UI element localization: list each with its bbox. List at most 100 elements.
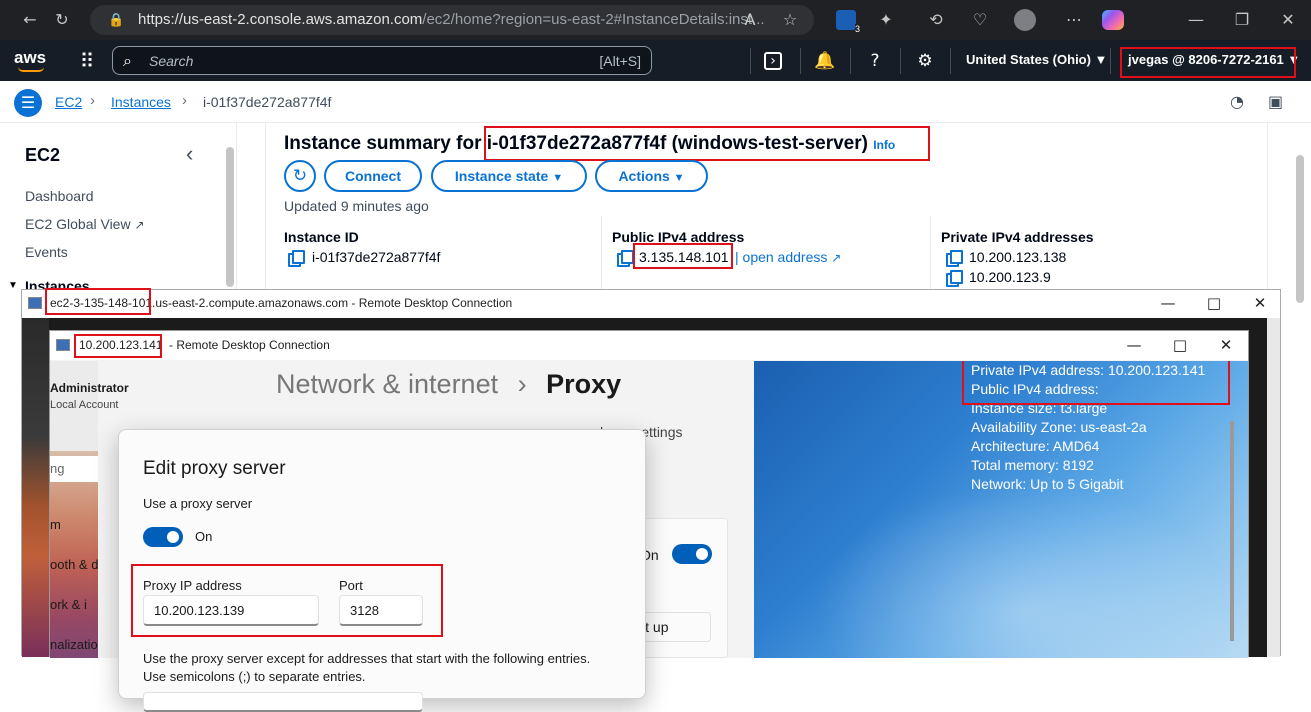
use-proxy-toggle[interactable] <box>143 527 183 547</box>
minimize-icon[interactable]: — <box>1186 10 1206 30</box>
favorite-star-icon[interactable]: ☆ <box>780 10 800 30</box>
rdp-app-icon <box>28 297 42 309</box>
copy-icon[interactable] <box>617 250 634 267</box>
performance-icon[interactable]: ♡ <box>970 10 990 30</box>
inner-scrollbar[interactable] <box>1230 421 1234 641</box>
divider <box>900 48 901 74</box>
auto-detect-toggle[interactable] <box>672 544 712 564</box>
history-icon[interactable]: ⟲ <box>926 10 946 30</box>
cloudshell-icon[interactable]: › <box>764 52 782 70</box>
close-icon[interactable]: ✕ <box>1278 10 1298 30</box>
wallpaper-glow <box>814 481 1234 658</box>
services-grid-icon[interactable]: ⠿ <box>76 50 98 72</box>
restore-icon[interactable]: ❐ <box>1232 10 1252 30</box>
extensions-icon[interactable]: ✦ <box>876 10 896 30</box>
port-label: Port <box>339 578 363 593</box>
settings-search-input[interactable]: ng <box>50 456 98 482</box>
last-updated: Updated 9 minutes ago <box>284 198 429 214</box>
address-bar[interactable]: 🔒 https://us-east-2.console.aws.amazon.c… <box>90 5 814 35</box>
breadcrumb: ☰ EC2 › Instances › i-01f37de272a877f4f … <box>0 81 1311 123</box>
breadcrumb-network[interactable]: Network & internet <box>276 369 498 399</box>
link-label: | open address <box>735 249 828 265</box>
nav-item[interactable]: m <box>50 517 61 532</box>
notifications-panel-icon[interactable]: ◔ <box>1230 92 1244 111</box>
exceptions-input[interactable] <box>143 692 423 712</box>
rdp-window-outer: ec2-3-135-148-101 .us-east-2.compute.ama… <box>21 288 1281 712</box>
maximize-icon[interactable]: □ <box>1194 290 1234 317</box>
copy-icon[interactable] <box>288 250 305 267</box>
refresh-button[interactable]: ↻ <box>284 160 316 192</box>
button-label: Instance state <box>454 168 549 184</box>
search-input[interactable]: ⌕ Search [Alt+S] <box>112 46 652 75</box>
proxy-ip-input[interactable]: 10.200.123.139 <box>143 595 319 626</box>
caret-down-icon[interactable]: ▼ <box>8 280 18 291</box>
open-address-link[interactable]: | open address ↗ <box>735 249 841 265</box>
port-input[interactable]: 3128 <box>339 595 423 626</box>
external-link-icon: ↗ <box>831 251 842 265</box>
collapse-sidebar-icon[interactable]: ‹ <box>186 141 193 167</box>
chevron-right-icon: › <box>182 92 187 109</box>
read-aloud-icon[interactable]: A <box>740 10 760 30</box>
remote-desktop-wallpaper: Private IPv4 address: 10.200.123.141 Pub… <box>754 361 1248 658</box>
refresh-icon[interactable]: ↻ <box>52 10 72 30</box>
breadcrumb-proxy: Proxy <box>546 369 622 399</box>
close-icon[interactable]: ✕ <box>1206 332 1246 359</box>
url-path: /ec2/home?region=us-east-2#InstanceDetai… <box>422 11 765 28</box>
sidebar-item-label: EC2 Global View <box>25 216 131 232</box>
sidebar-scrollbar[interactable] <box>226 147 234 287</box>
rdp-inner-titlebar: 10.200.123.141 - Remote Desktop Connecti… <box>50 331 1248 360</box>
outer-scrollbar[interactable] <box>1267 318 1280 657</box>
nav-item[interactable]: nalizatio <box>50 637 98 652</box>
rdp-app-icon <box>56 339 70 351</box>
region-selector[interactable]: United States (Ohio) ▼ <box>966 52 1107 67</box>
instance-summary: Instance summary for i-01f37de272a877f4f… <box>265 123 1268 298</box>
instance-id-value: i-01f37de272a877f4f <box>312 249 441 265</box>
search-text: ng <box>50 461 65 476</box>
page-scrollbar[interactable] <box>1296 155 1304 303</box>
bginfo-line: Network: Up to 5 Gigabit <box>971 476 1124 492</box>
dialog-title: Edit proxy server <box>143 458 286 479</box>
gear-icon[interactable]: ⚙ <box>914 50 936 72</box>
minimize-icon[interactable]: — <box>1148 290 1188 317</box>
aws-logo[interactable]: aws <box>14 48 46 68</box>
site-info-icon[interactable]: 🔒 <box>108 5 124 35</box>
actions-button[interactable]: Actions ▼ <box>595 160 708 192</box>
screenshot-icon[interactable]: ▣ <box>1268 92 1283 111</box>
menu-toggle-icon[interactable]: ☰ <box>14 89 42 117</box>
bginfo-line: Private IPv4 address: 10.200.123.141 <box>971 362 1206 378</box>
private-ip-value: 10.200.123.138 <box>969 249 1067 265</box>
bell-icon[interactable]: 🔔 <box>814 50 836 72</box>
connect-button[interactable]: Connect <box>324 160 422 192</box>
back-icon[interactable]: ← <box>20 10 40 30</box>
instance-id-label: Instance ID <box>284 229 359 245</box>
copy-icon[interactable] <box>946 270 963 287</box>
user-name: Administrator <box>50 381 129 395</box>
copy-icon[interactable] <box>946 250 963 267</box>
profile-avatar[interactable] <box>1014 9 1036 31</box>
rdp-outer-title: .us-east-2.compute.amazonaws.com - Remot… <box>152 296 513 310</box>
more-menu-icon[interactable]: ⋯ <box>1064 10 1084 30</box>
info-link[interactable]: Info <box>873 138 895 152</box>
sidebar-item-events[interactable]: Events <box>25 244 68 260</box>
button-label: Actions <box>618 168 670 184</box>
proxy-ip-label: Proxy IP address <box>143 578 242 593</box>
use-proxy-label: Use a proxy server <box>143 496 253 511</box>
rdp-window-inner: 10.200.123.141 - Remote Desktop Connecti… <box>49 330 1249 712</box>
browser-toolbar: ← ↻ 🔒 https://us-east-2.console.aws.amaz… <box>0 0 1311 40</box>
copilot-icon[interactable] <box>1102 10 1124 30</box>
nav-item[interactable]: ooth & d <box>50 557 98 572</box>
help-icon[interactable]: ? <box>864 50 886 72</box>
bginfo-line: Total memory: 8192 <box>971 457 1094 473</box>
maximize-icon[interactable]: □ <box>1160 332 1200 359</box>
account-menu[interactable]: jvegas @ 8206-7272-2161 ▼ <box>1128 52 1300 67</box>
breadcrumb-instances[interactable]: Instances <box>111 94 171 110</box>
divider <box>1110 48 1111 74</box>
sidebar-item-dashboard[interactable]: Dashboard <box>25 188 94 204</box>
instance-state-button[interactable]: Instance state ▼ <box>431 160 587 192</box>
minimize-icon[interactable]: — <box>1114 332 1154 359</box>
sidebar-item-global-view[interactable]: EC2 Global View ↗ <box>25 216 145 232</box>
bitwarden-extension-icon[interactable]: 3 <box>836 10 860 34</box>
close-icon[interactable]: ✕ <box>1240 290 1280 317</box>
breadcrumb-ec2[interactable]: EC2 <box>55 94 82 110</box>
nav-item[interactable]: ork & i <box>50 597 87 612</box>
